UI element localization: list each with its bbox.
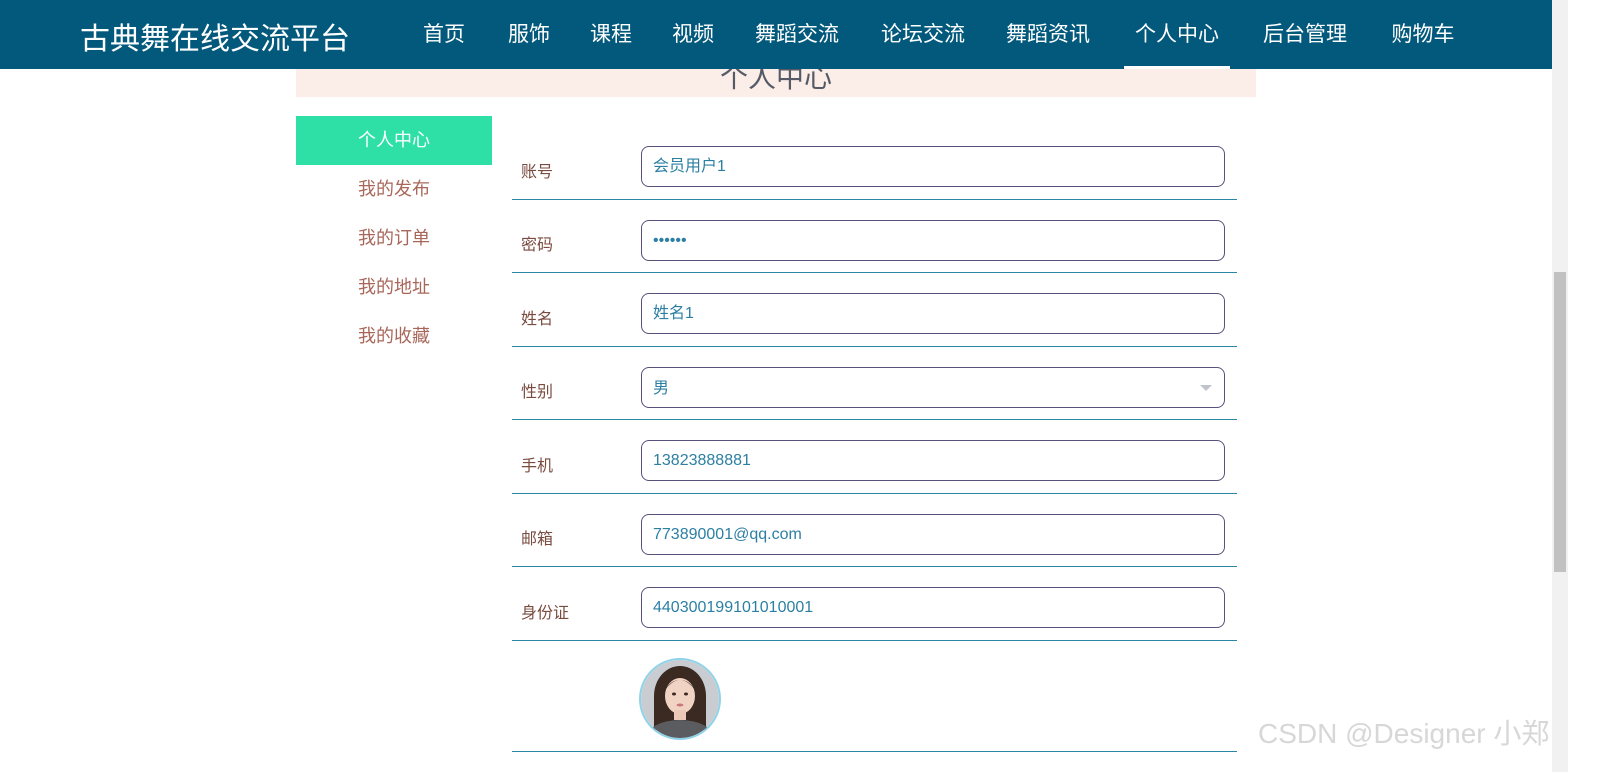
scrollbar-thumb[interactable] <box>1554 272 1566 572</box>
top-navbar: 古典舞在线交流平台 首页 服饰 课程 视频 舞蹈交流 论坛交流 舞蹈资讯 个人中… <box>0 0 1552 69</box>
password-label: 密码 <box>521 235 554 254</box>
form-row-phone: 手机 <box>512 420 1237 494</box>
sidebar-item-my-orders[interactable]: 我的订单 <box>296 214 492 263</box>
id-card-field[interactable] <box>641 587 1225 628</box>
sidebar-item-my-address[interactable]: 我的地址 <box>296 263 492 312</box>
sidebar-item-my-posts[interactable]: 我的发布 <box>296 165 492 214</box>
chevron-down-icon <box>1200 385 1212 391</box>
site-brand[interactable]: 古典舞在线交流平台 <box>80 14 350 58</box>
sidebar-item-my-favorites[interactable]: 我的收藏 <box>296 312 492 361</box>
nav-admin[interactable]: 后台管理 <box>1261 0 1349 69</box>
form-row-email: 邮箱 <box>512 494 1237 567</box>
nav-courses[interactable]: 课程 <box>589 0 633 69</box>
account-field[interactable] <box>641 146 1225 187</box>
email-field[interactable] <box>641 514 1225 555</box>
nav-personal-center[interactable]: 个人中心 <box>1124 0 1230 69</box>
id-card-label: 身份证 <box>521 603 570 622</box>
gender-selected-value: 男 <box>653 380 670 397</box>
nav-videos[interactable]: 视频 <box>671 0 715 69</box>
phone-label: 手机 <box>521 456 554 475</box>
form-row-password: 密码 <box>512 200 1237 273</box>
form-row-gender: 性别 男 <box>512 347 1237 420</box>
sidebar-item-personal-center[interactable]: 个人中心 <box>296 116 492 165</box>
email-label: 邮箱 <box>521 529 554 548</box>
phone-field[interactable] <box>641 440 1225 481</box>
form-row-id-card: 身份证 <box>512 567 1237 641</box>
gender-select[interactable]: 男 <box>641 367 1225 408</box>
nav-home[interactable]: 首页 <box>422 0 466 69</box>
nav-dance-exchange[interactable]: 舞蹈交流 <box>753 0 841 69</box>
name-field[interactable] <box>641 293 1225 334</box>
watermark: CSDN @Designer 小郑 <box>1258 718 1550 749</box>
avatar[interactable] <box>639 658 721 740</box>
password-field[interactable] <box>641 220 1225 261</box>
form-row-name: 姓名 <box>512 273 1237 347</box>
nav-dance-news[interactable]: 舞蹈资讯 <box>1004 0 1092 69</box>
user-avatar-photo-icon <box>641 660 719 738</box>
form-row-account: 账号 <box>512 126 1237 200</box>
nav-clothing[interactable]: 服饰 <box>507 0 551 69</box>
account-label: 账号 <box>521 162 554 181</box>
nav-forum[interactable]: 论坛交流 <box>879 0 967 69</box>
name-label: 姓名 <box>521 309 554 328</box>
nav-cart[interactable]: 购物车 <box>1390 0 1456 69</box>
gender-label: 性别 <box>521 382 554 401</box>
form-row-avatar <box>512 641 1237 752</box>
